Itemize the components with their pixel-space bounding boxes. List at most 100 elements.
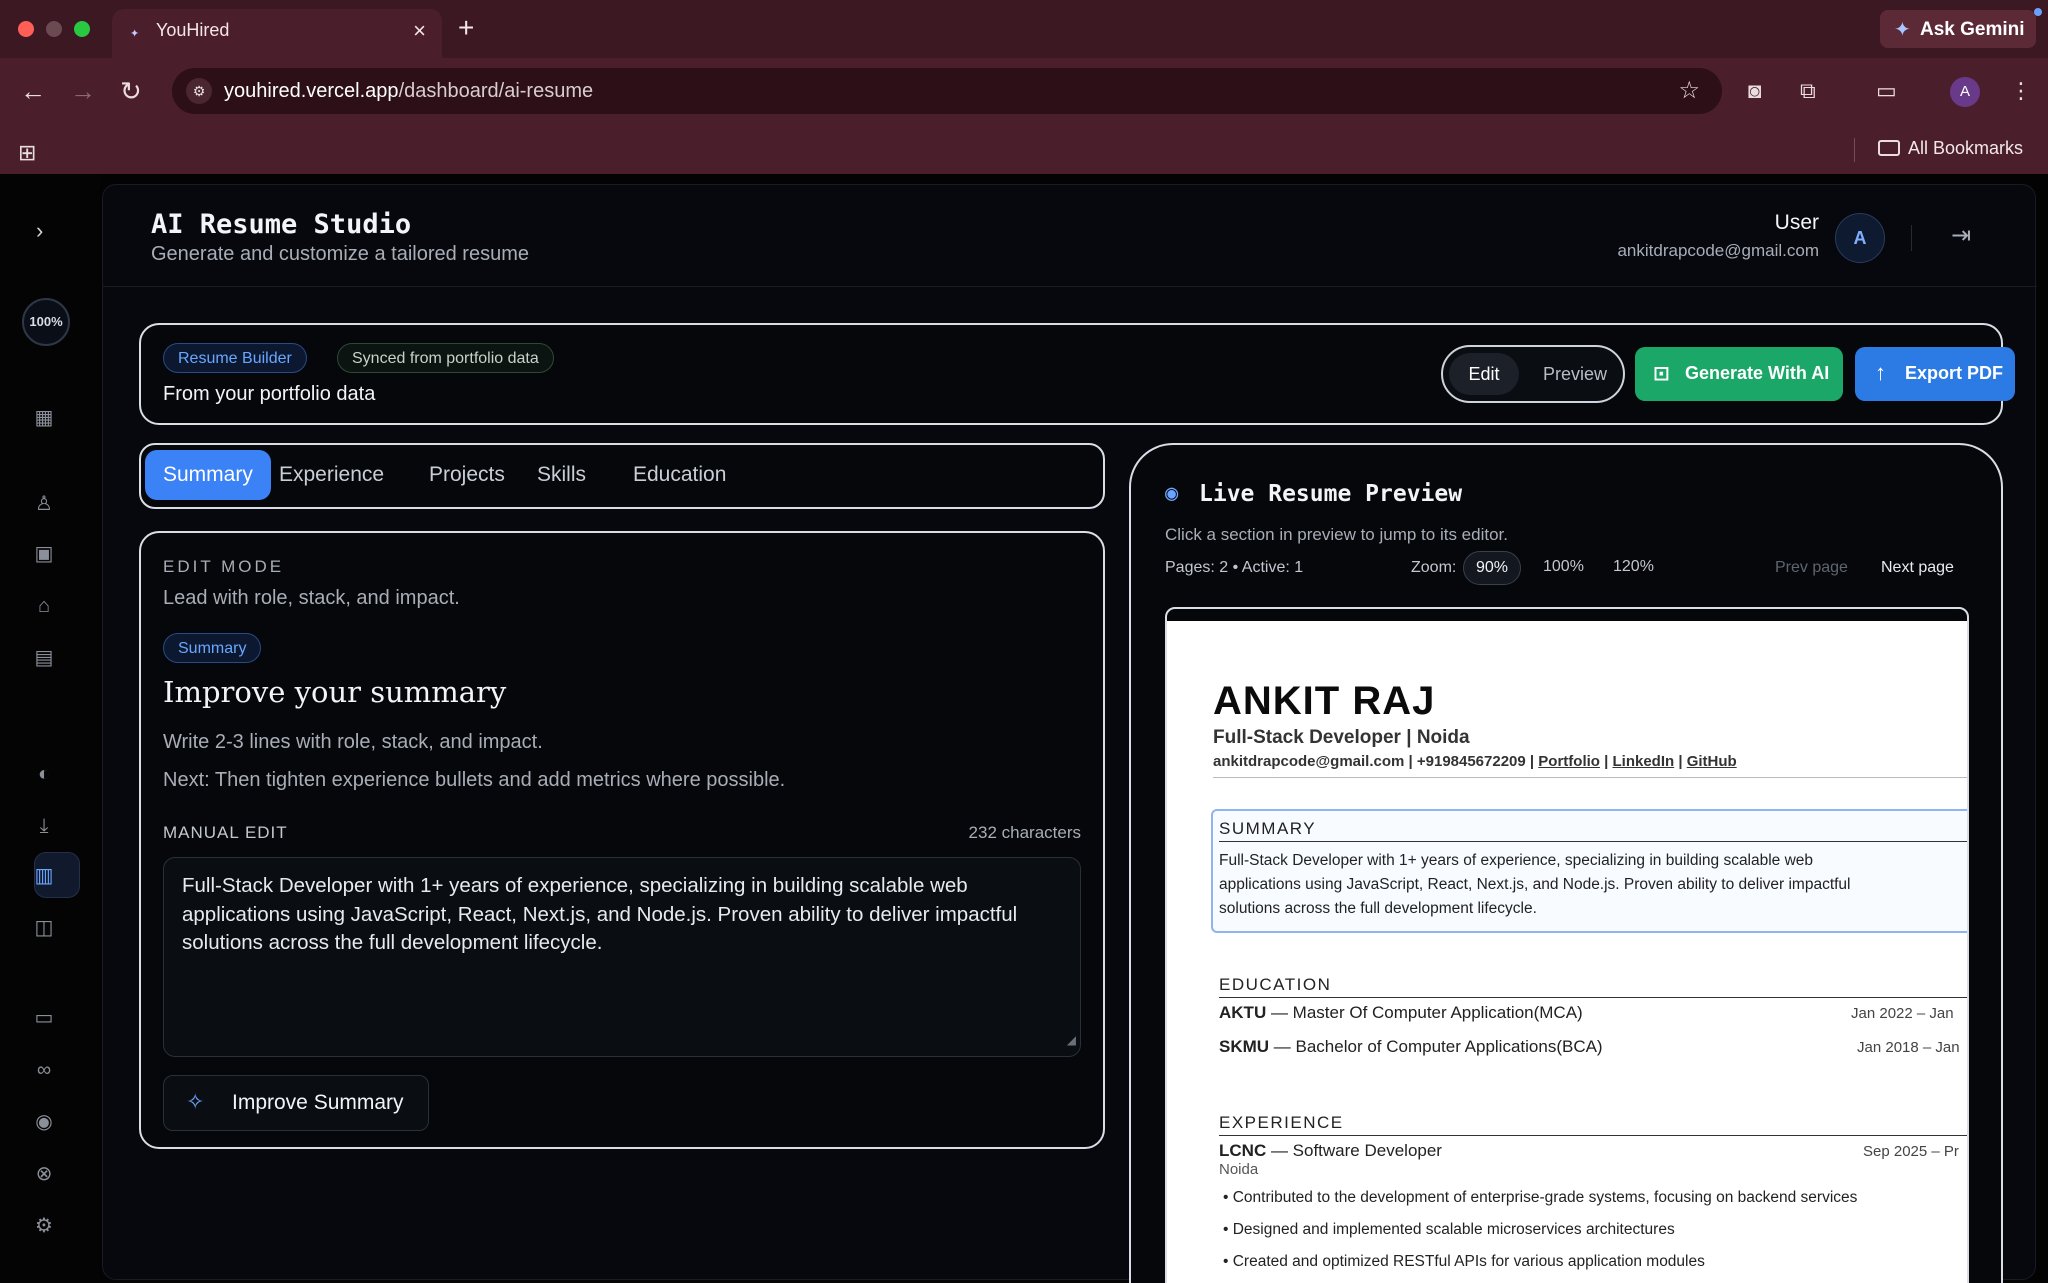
education-entry[interactable]: SKMU — Bachelor of Computer Applications…	[1219, 1037, 1603, 1057]
profile-completion-ring: 100%	[22, 298, 70, 346]
summary-textarea[interactable]: Full-Stack Developer with 1+ years of ex…	[163, 857, 1081, 1057]
logout-icon[interactable]: ⇥	[1951, 221, 1971, 250]
billing-card-icon[interactable]: ▭	[30, 1004, 58, 1032]
resize-handle-icon[interactable]: ◢	[1067, 1026, 1076, 1055]
analytics-icon[interactable]: ▤	[30, 644, 58, 672]
expand-sidebar-icon[interactable]: ›	[36, 218, 43, 244]
tab-summary[interactable]: Summary	[145, 450, 271, 500]
more-menu-icon[interactable]: ⋮	[2010, 78, 2032, 104]
edu2-school: SKMU	[1219, 1037, 1270, 1056]
new-tab-icon[interactable]: +	[458, 12, 474, 44]
summary-line-3: solutions across the full development li…	[1219, 900, 1537, 917]
exp1-role: — Software Developer	[1266, 1141, 1442, 1160]
header-rule	[1213, 777, 1967, 778]
tab-projects[interactable]: Projects	[411, 450, 523, 500]
zoom-100-button[interactable]: 100%	[1531, 551, 1596, 585]
next-page-button[interactable]: Next page	[1881, 559, 1954, 577]
experience-entry[interactable]: LCNC — Software Developer	[1219, 1141, 1442, 1161]
download-icon[interactable]: ⤓	[30, 812, 58, 840]
preview-mode-button[interactable]: Preview	[1533, 353, 1617, 395]
contact-text: ankitdrapcode@gmail.com | +919845672209 …	[1213, 753, 1535, 770]
close-tab-icon[interactable]: ×	[413, 18, 426, 44]
tab-skills[interactable]: Skills	[519, 450, 604, 500]
briefcase-icon[interactable]: ▣	[30, 540, 58, 568]
prev-page-button[interactable]: Prev page	[1775, 559, 1848, 577]
github-icon[interactable]: ◉	[30, 1108, 58, 1136]
improve-summary-button[interactable]: ✧ Improve Summary	[163, 1075, 429, 1131]
export-pdf-button[interactable]: ↑ Export PDF	[1855, 347, 2015, 401]
apps-grid-icon[interactable]: ⊞	[18, 140, 36, 166]
back-icon[interactable]: ←	[20, 76, 46, 107]
bookmark-star-icon[interactable]: ☆	[1678, 76, 1700, 105]
help-lifebuoy-icon[interactable]: ⊗	[30, 1160, 58, 1188]
zoom-90-button[interactable]: 90%	[1463, 551, 1522, 585]
edu1-date: Jan 2022 – Jan	[1851, 1005, 1954, 1022]
bookmarks-divider	[1854, 138, 1855, 162]
profile-avatar[interactable]: A	[1950, 77, 1980, 107]
edu1-school: AKTU	[1219, 1003, 1267, 1022]
maximize-window-button[interactable]	[74, 21, 90, 37]
user-name: User	[1774, 211, 1819, 234]
jobs-icon[interactable]: ◫	[30, 914, 58, 942]
synced-badge: Synced from portfolio data	[337, 343, 554, 373]
preview-title: ◉ Live Resume Preview	[1165, 481, 1462, 507]
edu1-degree: — Master Of Computer Application(MCA)	[1266, 1003, 1583, 1022]
close-window-button[interactable]	[18, 21, 34, 37]
github-link[interactable]: GitHub	[1687, 753, 1737, 770]
summary-line-1: Full-Stack Developer with 1+ years of ex…	[1219, 852, 1814, 869]
app-root: › 100% ▦ ♙ ▣ ⌂ ▤ ◐ ⤓ ▥ ◫ ▭ ∞ ◉ ⊗ ⚙ AI Re…	[0, 174, 2048, 1283]
ask-gemini-button[interactable]: ✦ Ask Gemini	[1880, 10, 2036, 48]
ask-gemini-label: Ask Gemini	[1920, 19, 2025, 40]
section-tabs: Summary Experience Projects Skills Educa…	[139, 443, 1105, 509]
page-header: AI Resume Studio Generate and customize …	[103, 185, 2037, 287]
minimize-window-button[interactable]	[46, 21, 62, 37]
reload-icon[interactable]: ↻	[120, 76, 142, 107]
link-icon[interactable]: ∞	[30, 1056, 58, 1084]
url-host: youhired.vercel.app	[224, 80, 399, 102]
resume-document-icon[interactable]: ▥	[30, 862, 58, 890]
all-bookmarks-button[interactable]: All Bookmarks	[1878, 138, 2023, 159]
education-rule	[1219, 997, 1967, 998]
browser-tab[interactable]: ✦ YouHired ×	[112, 9, 442, 58]
education-heading[interactable]: EDUCATION	[1219, 975, 1331, 995]
page-title: AI Resume Studio	[151, 209, 412, 240]
summary-line-2: applications using JavaScript, React, Ne…	[1219, 876, 1851, 893]
experience-heading[interactable]: EXPERIENCE	[1219, 1113, 1344, 1133]
portfolio-link[interactable]: Portfolio	[1538, 753, 1600, 770]
exp1-bullet-2: Designed and implemented scalable micros…	[1232, 1221, 1675, 1238]
camera-icon[interactable]: ◙	[1748, 78, 1761, 104]
generate-with-ai-button[interactable]: ⊡ Generate With AI	[1635, 347, 1843, 401]
tab-education[interactable]: Education	[615, 450, 744, 500]
summary-rule	[1219, 841, 1967, 842]
tab-search-icon[interactable]: ▭	[1876, 78, 1897, 104]
edit-mode-button[interactable]: Edit	[1449, 353, 1519, 395]
tab-strip: ✦ YouHired × + ✦ Ask Gemini	[0, 0, 2048, 58]
resume-name: ANKIT RAJ	[1213, 679, 1436, 723]
exp1-bullet-1: Contributed to the development of enterp…	[1232, 1189, 1858, 1206]
edit-mode-hint: Lead with role, stack, and impact.	[163, 587, 460, 609]
dashboard-icon[interactable]: ▦	[30, 404, 58, 432]
education-entry[interactable]: AKTU — Master Of Computer Application(MC…	[1219, 1003, 1583, 1023]
tab-experience[interactable]: Experience	[261, 450, 402, 500]
profile-icon[interactable]: ♙	[30, 490, 58, 518]
site-info-icon[interactable]: ⚙	[186, 78, 212, 104]
exp1-bullet: • Contributed to the development of ente…	[1223, 1189, 1858, 1206]
live-preview-panel: ◉ Live Resume Preview Click a section in…	[1129, 443, 2003, 1283]
source-text: From your portfolio data	[163, 383, 376, 405]
settings-gear-icon[interactable]: ⚙	[30, 1212, 58, 1240]
resume-page: ANKIT RAJ Full-Stack Developer | Noida a…	[1167, 621, 1967, 1283]
user-avatar[interactable]: A	[1835, 213, 1885, 263]
edit-mode-label: EDIT MODE	[163, 557, 285, 576]
exp1-location: Noida	[1219, 1161, 1259, 1178]
exp1-bullet: • Created and optimized RESTful APIs for…	[1223, 1253, 1705, 1270]
address-bar[interactable]: ⚙ youhired.vercel.app/dashboard/ai-resum…	[172, 68, 1722, 114]
linkedin-link[interactable]: LinkedIn	[1612, 753, 1674, 770]
zoom-120-button[interactable]: 120%	[1601, 551, 1666, 585]
exp1-bullet-3: Created and optimized RESTful APIs for v…	[1232, 1253, 1705, 1270]
palette-icon[interactable]: ◐	[30, 760, 58, 788]
graduation-cap-icon[interactable]: ⌂	[30, 592, 58, 620]
forward-icon[interactable]: →	[70, 76, 96, 107]
editor-tip-2: Next: Then tighten experience bullets an…	[163, 769, 786, 791]
user-email: ankitdrapcode@gmail.com	[1617, 241, 1819, 260]
extensions-icon[interactable]: ⧉	[1800, 78, 1816, 104]
